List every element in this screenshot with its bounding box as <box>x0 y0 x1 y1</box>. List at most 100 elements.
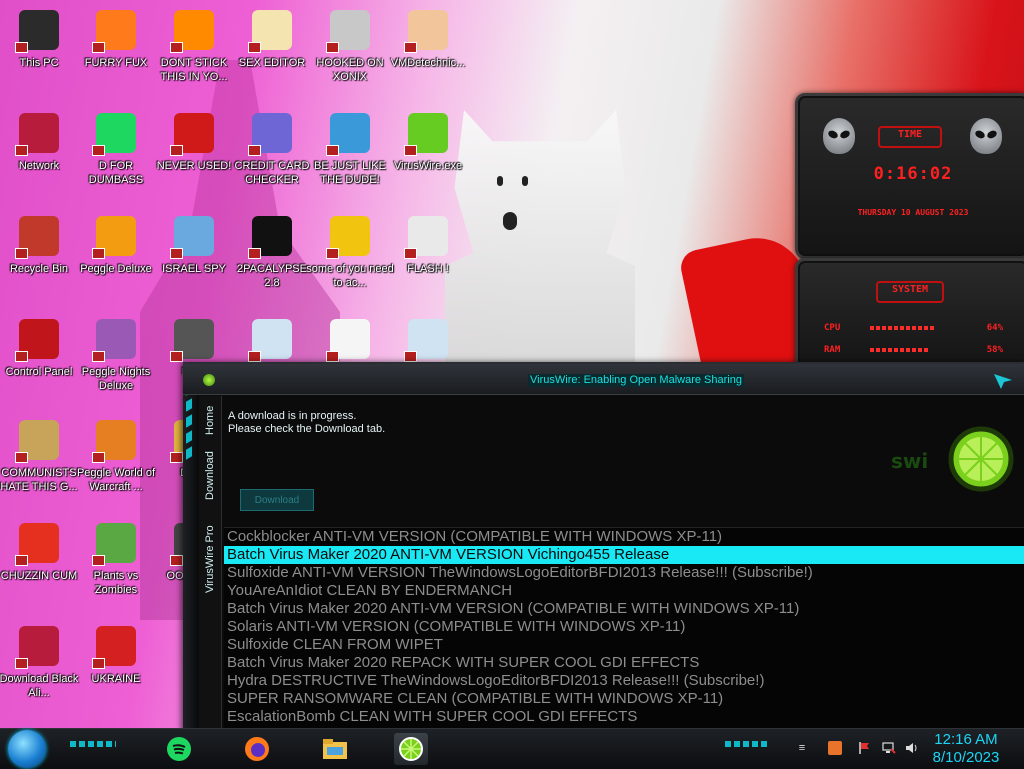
desktop-icon[interactable]: Peggle Nights Deluxe <box>71 319 161 393</box>
xonix-icon <box>326 10 370 53</box>
desktop-icon[interactable]: UKRAINE <box>71 626 161 686</box>
desktop-icon-label: some of you need to ac... <box>306 263 394 289</box>
peggle-icon <box>92 319 136 362</box>
desktop-icon-label: VirusWire.exe <box>393 160 463 172</box>
desktop-icon[interactable]: NEVER USED! <box>149 113 239 173</box>
shortcut-arrow-icon <box>170 145 183 156</box>
santa-icon <box>326 113 370 156</box>
desktop-icon[interactable]: CREDIT CARD CHECKER <box>227 113 317 187</box>
cpu-label: CPU <box>824 323 841 333</box>
desktop-icon[interactable]: SEX EDITOR <box>227 10 317 70</box>
shortcut-arrow-icon <box>404 248 417 259</box>
desktop-icon-label: SEX EDITOR <box>238 57 306 69</box>
desktop-icon[interactable]: ISRAEL SPY <box>149 216 239 276</box>
action-center-flag-icon[interactable] <box>858 741 872 755</box>
desktop-icon[interactable]: Plants vs Zombies <box>71 523 161 597</box>
shortcut-arrow-icon <box>326 42 339 53</box>
desktop-icon[interactable]: FURRY FUX <box>71 10 161 70</box>
list-item[interactable]: YouAreAnIdiot CLEAN BY ENDERMANCH <box>224 582 1024 600</box>
list-item[interactable]: Cockblocker ANTI-VM VERSION (COMPATIBLE … <box>224 528 1024 546</box>
desktop-icon[interactable]: BE JUST LIKE THE DUDE! <box>305 113 395 187</box>
shortcut-arrow-icon <box>15 555 28 566</box>
tab-download[interactable]: Download <box>199 446 221 506</box>
cpu-value: 64% <box>986 323 1003 333</box>
clock-gadget[interactable]: TIME 0:16:02 THURSDAY 10 AUGUST 2023 <box>795 93 1024 259</box>
list-item[interactable]: SUPER RANSOMWARE CLEAN (COMPATIBLE WITH … <box>224 690 1024 708</box>
shortcut-arrow-icon <box>92 351 105 362</box>
shortcut-arrow-icon <box>170 248 183 259</box>
svg-text:swi: swi <box>891 449 928 473</box>
firefox-icon <box>245 737 269 761</box>
control-panel-icon <box>15 319 59 362</box>
desktop-icon[interactable] <box>383 319 473 365</box>
network-icon[interactable] <box>882 741 896 755</box>
overflow-lines-icon[interactable]: ≡ <box>795 741 809 755</box>
window-stack-icon <box>170 319 214 362</box>
shortcut-arrow-icon <box>170 555 183 566</box>
desktop-icon-label: Recycle Bin <box>9 263 69 275</box>
list-item[interactable]: Batch Virus Maker 2020 REPACK WITH SUPER… <box>224 654 1024 672</box>
shortcut-arrow-icon <box>15 42 28 53</box>
taskbar-date: 8/10/2023 <box>932 749 1000 766</box>
list-item[interactable]: Hydra DESTRUCTIVE TheWindowsLogoEditorBF… <box>224 672 1024 690</box>
malware-list[interactable]: Cockblocker ANTI-VM VERSION (COMPATIBLE … <box>224 527 1024 733</box>
desktop-icon[interactable]: 2PACALYPSE 2.8 <box>227 216 317 290</box>
system-gadget[interactable]: SYSTEM CPU 64% RAM 58% <box>795 258 1024 372</box>
desktop-icon[interactable]: HOOKED ON XONIX <box>305 10 395 84</box>
taskbar-spotify[interactable] <box>162 733 196 765</box>
lime-icon <box>203 374 215 386</box>
list-item[interactable]: Sulfoxide CLEAN FROM WIPET <box>224 636 1024 654</box>
desktop-icon-label: ISRAEL SPY <box>162 263 226 275</box>
desktop-icon[interactable] <box>227 319 317 365</box>
desktop-icon[interactable]: D FOR DUMBASS <box>71 113 161 187</box>
desktop-icon[interactable]: VMDetechnic... <box>383 10 473 70</box>
hex-editor-icon <box>248 10 292 53</box>
shortcut-arrow-icon <box>92 658 105 669</box>
desktop-icon[interactable] <box>305 319 395 365</box>
desktop-icon-label: CHUZZIN CUM <box>0 570 78 582</box>
volume-icon[interactable] <box>905 741 919 755</box>
list-item[interactable]: EscalationBomb CLEAN WITH SUPER COOL GDI… <box>224 708 1024 726</box>
ram-label: RAM <box>824 345 841 355</box>
list-item[interactable]: Sulfoxide ANTI-VM VERSION TheWindowsLogo… <box>224 564 1024 582</box>
wallpaper-figure <box>445 110 635 370</box>
desktop-icon-label: BE JUST LIKE THE DUDE! <box>314 160 386 186</box>
desktop-icon[interactable]: FLASH ! <box>383 216 473 276</box>
chuzzle-icon <box>15 523 59 566</box>
taskbar-viruswire[interactable] <box>394 733 428 765</box>
taskbar-clock[interactable]: 12:16 AM 8/10/2023 <box>926 731 1006 767</box>
shortcut-arrow-icon <box>404 351 417 362</box>
start-button[interactable] <box>8 730 46 768</box>
list-item[interactable]: Batch Virus Maker 2020 ANTI-VM VERSION V… <box>224 546 1024 564</box>
window-titlebar[interactable]: VirusWire: Enabling Open Malware Sharing <box>183 364 1024 395</box>
app-file-icon <box>326 319 370 362</box>
desktop-icon-label: HOOKED ON XONIX <box>316 57 384 83</box>
taskbar: ≡ 12:16 AM 8/10/2023 <box>0 728 1024 769</box>
shortcut-arrow-icon <box>92 248 105 259</box>
list-item[interactable]: Solaris ANTI-VM VERSION (COMPATIBLE WITH… <box>224 618 1024 636</box>
download-button[interactable]: Download <box>240 489 314 511</box>
desktop-icon[interactable]: DONT STICK THIS IN YO... <box>149 10 239 84</box>
spotify-icon <box>167 737 191 761</box>
tab-home[interactable]: Home <box>199 400 221 440</box>
viruswire-window[interactable]: VirusWire: Enabling Open Malware Sharing… <box>183 362 1024 733</box>
peggle-icon <box>92 216 136 259</box>
shortcut-arrow-icon <box>170 452 183 463</box>
shortcut-arrow-icon <box>92 555 105 566</box>
desktop-icon[interactable]: some of you need to ac... <box>305 216 395 290</box>
system-label: SYSTEM <box>891 284 929 295</box>
wallpaper-eye <box>522 176 528 186</box>
desktop-icon[interactable]: Peggle Deluxe <box>71 216 161 276</box>
desktop-icon-label: DONT STICK THIS IN YO... <box>160 57 228 83</box>
app-tray-icon[interactable] <box>828 741 842 755</box>
firefox-icon <box>92 10 136 53</box>
tab-viruswire-pro[interactable]: VirusWire Pro <box>199 514 221 604</box>
desktop-icon[interactable]: Peggle World of Warcraft ... <box>71 420 161 494</box>
taskbar-file-explorer[interactable] <box>318 733 352 765</box>
list-item[interactable]: Batch Virus Maker 2020 ANTI-VM VERSION (… <box>224 600 1024 618</box>
desktop-icon-label: Peggle Deluxe <box>80 263 152 275</box>
app-window-icon <box>404 319 448 362</box>
desktop-icon[interactable]: VirusWire.exe <box>383 113 473 173</box>
monitor-icon <box>15 10 59 53</box>
taskbar-firefox[interactable] <box>240 733 274 765</box>
